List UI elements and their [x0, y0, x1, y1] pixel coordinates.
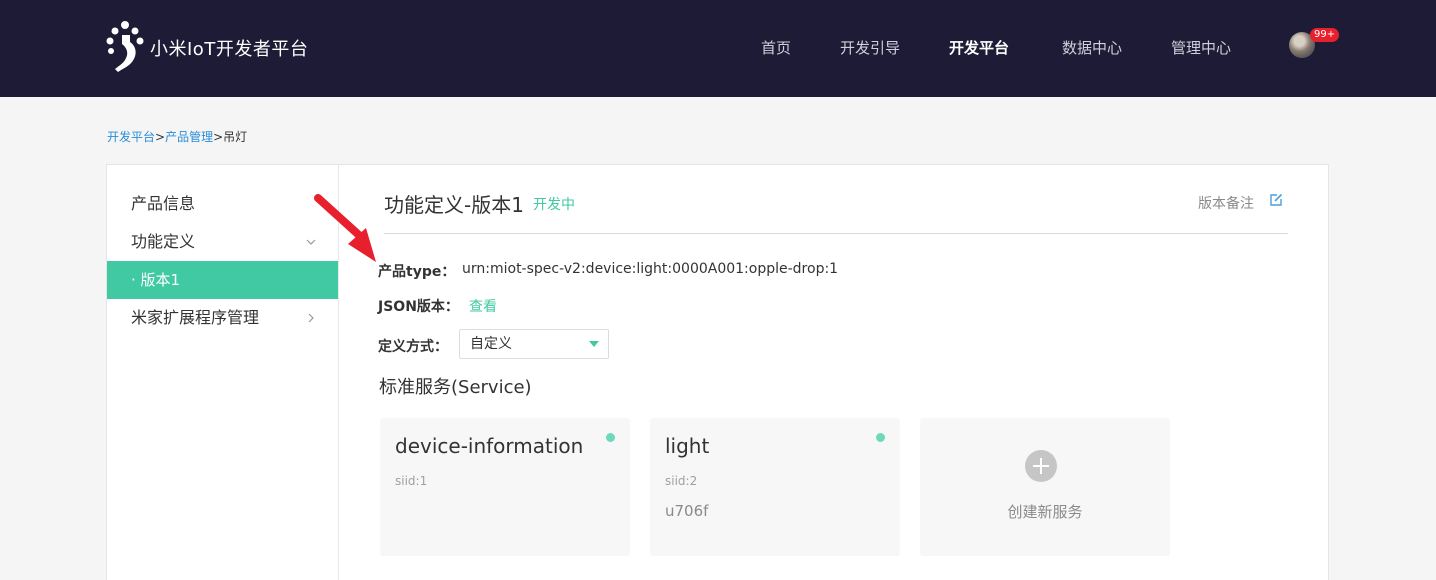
sidebar-item-label: · 版本1 — [131, 271, 181, 289]
status-badge: 开发中 — [533, 197, 575, 213]
page-title: 功能定义-版本1 — [384, 193, 524, 217]
sidebar-item-version-1[interactable]: · 版本1 — [107, 261, 338, 299]
dropdown-caret-icon — [589, 341, 599, 347]
define-method-label: 定义方式： — [378, 339, 448, 355]
version-note-button[interactable]: 版本备注 — [1198, 193, 1254, 213]
chevron-right-icon — [308, 313, 314, 323]
define-method-value: 自定义 — [470, 336, 512, 352]
nav-home[interactable]: 首页 — [761, 37, 791, 58]
product-type-value: urn:miot-spec-v2:device:light:0000A001:o… — [462, 261, 839, 277]
sidebar-item-mijia-extension[interactable]: 米家扩展程序管理 — [107, 299, 338, 337]
create-service-label: 创建新服务 — [1007, 503, 1083, 521]
json-version-label: JSON版本： — [378, 299, 459, 315]
top-nav-bar: 小米IoT开发者平台 首页 开发引导 开发平台 数据中心 管理中心 99+ — [0, 0, 1436, 97]
notification-badge[interactable]: 99+ — [1310, 28, 1340, 42]
plus-icon — [1025, 450, 1057, 482]
mi-iot-logo-icon[interactable] — [106, 20, 150, 74]
nav-admin-center[interactable]: 管理中心 — [1171, 37, 1231, 58]
service-card-device-information[interactable]: device-information siid:1 — [380, 418, 630, 556]
service-desc: u706f — [665, 502, 709, 520]
breadcrumb-separator: > — [213, 130, 224, 144]
breadcrumb: 开发平台>产品管理>吊灯 — [107, 128, 247, 145]
breadcrumb-dev-platform[interactable]: 开发平台 — [107, 130, 155, 144]
view-json-link[interactable]: 查看 — [469, 296, 497, 316]
service-siid: siid:1 — [395, 474, 428, 488]
nav-dev-guide[interactable]: 开发引导 — [840, 37, 900, 58]
service-card-light[interactable]: light siid:2 u706f — [650, 418, 900, 556]
breadcrumb-current: 吊灯 — [223, 130, 248, 144]
sidebar: 产品信息 功能定义 · 版本1 米家扩展程序管理 — [107, 165, 339, 580]
edit-icon[interactable] — [1269, 193, 1283, 207]
service-name: light — [665, 434, 710, 458]
nav-dev-platform[interactable]: 开发平台 — [949, 37, 1009, 58]
annotation-arrow-icon — [314, 194, 376, 262]
services-title: 标准服务(Service) — [379, 377, 532, 398]
sidebar-item-label: 米家扩展程序管理 — [131, 308, 260, 327]
breadcrumb-product-management[interactable]: 产品管理 — [165, 130, 213, 144]
sidebar-item-product-info[interactable]: 产品信息 — [107, 185, 338, 223]
service-name: device-information — [395, 434, 584, 458]
status-dot-icon — [876, 433, 885, 442]
create-service-card[interactable]: 创建新服务 — [920, 418, 1170, 556]
divider — [384, 233, 1288, 234]
brand-name[interactable]: 小米IoT开发者平台 — [150, 35, 308, 61]
content-card: 产品信息 功能定义 · 版本1 米家扩展程序管理 功能定义-版本1 开发中 版本… — [106, 164, 1329, 580]
sidebar-item-label: 产品信息 — [131, 194, 196, 213]
status-dot-icon — [606, 433, 615, 442]
sidebar-item-label: 功能定义 — [131, 232, 196, 251]
breadcrumb-separator: > — [155, 130, 166, 144]
service-siid: siid:2 — [665, 474, 698, 488]
sidebar-item-function-definition[interactable]: 功能定义 — [107, 223, 338, 261]
nav-data-center[interactable]: 数据中心 — [1062, 37, 1122, 58]
main-panel: 功能定义-版本1 开发中 版本备注 产品type： urn:miot-spec-… — [340, 165, 1330, 580]
define-method-select[interactable]: 自定义 — [459, 329, 609, 359]
